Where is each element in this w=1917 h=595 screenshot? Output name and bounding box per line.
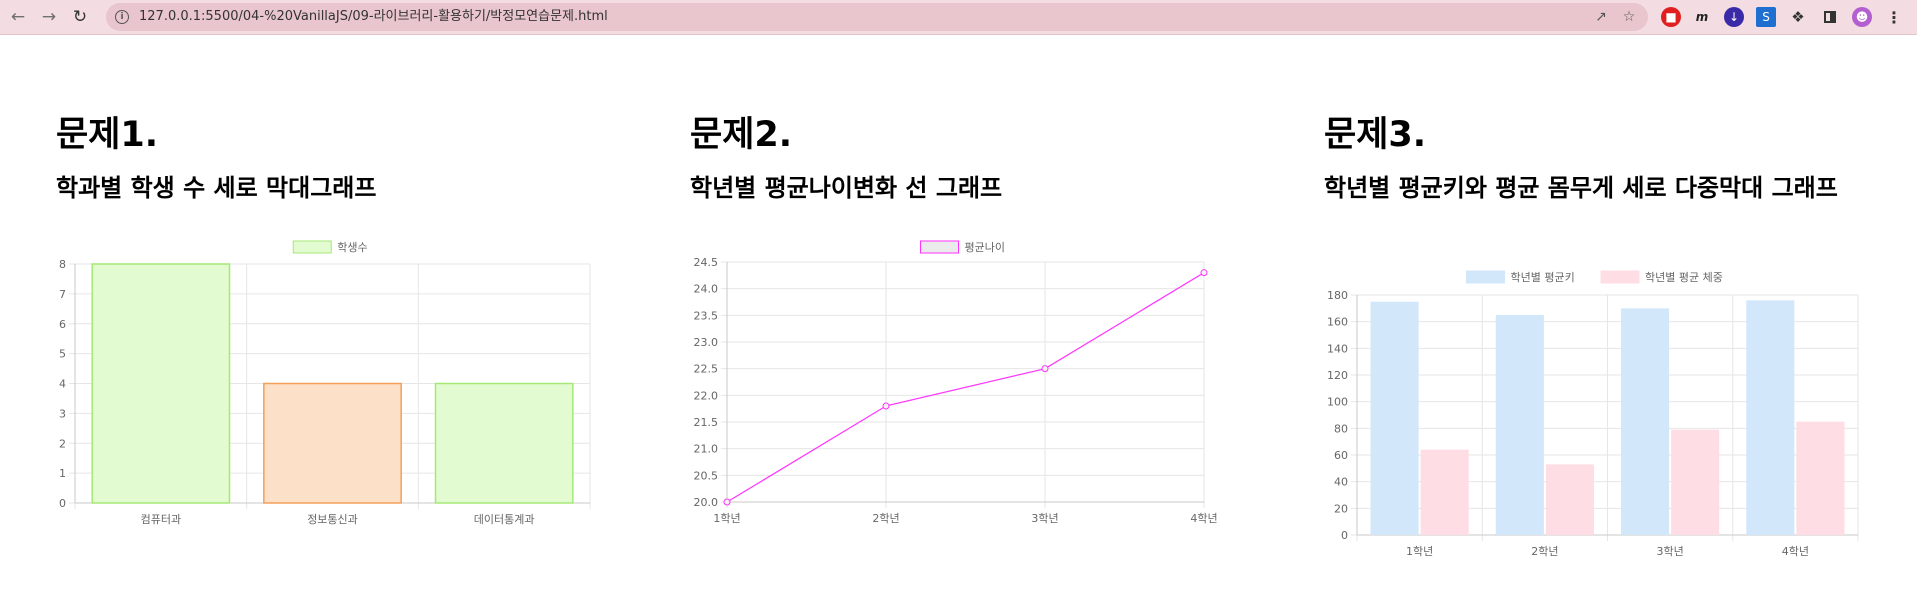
- data-point: [882, 402, 890, 410]
- y-tick-label: 24.0: [694, 283, 719, 296]
- data-point: [1200, 269, 1208, 277]
- y-tick-label: 20.0: [694, 496, 719, 509]
- download-extension-icon[interactable]: ↓: [1724, 7, 1744, 27]
- browser-toolbar: ← → ↻ i 127.0.0.1:5500/04-%20VanillaJS/0…: [0, 0, 1917, 35]
- sidebar-icon[interactable]: [1820, 7, 1840, 27]
- bar-chart-students-by-department: 학생수 0 1 2 3 4 5 6 7 8 컴퓨터과 정보통신과 데이터통계과: [59, 240, 591, 526]
- problem-title: 문제2.: [690, 115, 793, 155]
- y-tick-label: 5: [59, 348, 66, 361]
- y-tick-label: 6: [59, 318, 66, 331]
- kebab-menu-icon[interactable]: ⋮: [1884, 7, 1904, 27]
- y-tick-label: 20.5: [694, 469, 719, 482]
- legend-swatch: [920, 240, 959, 254]
- y-tick-label: 8: [59, 258, 66, 271]
- y-tick-label: 22.0: [694, 389, 719, 402]
- bar: [1545, 464, 1594, 535]
- y-tick-label: 0: [1341, 529, 1348, 542]
- bookmark-star-icon[interactable]: ☆: [1618, 6, 1640, 28]
- x-tick-label: 4학년: [1190, 512, 1217, 525]
- bar: [1370, 301, 1419, 535]
- problem-subtitle: 학년별 평균키와 평균 몸무게 세로 다중막대 그래프: [1324, 174, 1838, 202]
- section-problem-1: 문제1. 학과별 학생 수 세로 막대그래프: [56, 110, 616, 204]
- translate-extension-icon[interactable]: S: [1756, 7, 1776, 27]
- legend-swatch: [292, 240, 332, 254]
- back-arrow-icon[interactable]: ←: [5, 4, 31, 30]
- site-info-icon[interactable]: i: [115, 10, 129, 24]
- y-tick-label: 21.0: [694, 443, 719, 456]
- bar: [1796, 421, 1845, 535]
- y-tick-label: 23.5: [694, 309, 719, 322]
- puzzle-icon[interactable]: ❖: [1788, 7, 1808, 27]
- legend-swatch: [1466, 270, 1505, 284]
- x-tick-label: 정보통신과: [307, 513, 358, 526]
- legend-swatch: [1600, 270, 1640, 284]
- x-tick-label: 2학년: [872, 512, 899, 525]
- bar: [263, 382, 402, 504]
- bar: [1420, 449, 1469, 535]
- y-tick-label: 160: [1327, 316, 1348, 329]
- y-tick-label: 180: [1327, 289, 1348, 302]
- profile-avatar[interactable]: ☻: [1852, 7, 1872, 27]
- y-tick-label: 7: [59, 288, 66, 301]
- m-extension-icon[interactable]: m: [1692, 7, 1712, 27]
- x-tick-label: 4학년: [1782, 545, 1809, 558]
- x-tick-label: 1학년: [713, 512, 740, 525]
- x-tick-label: 1학년: [1406, 545, 1433, 558]
- grouped-bar-chart-height-weight: 학년별 평균키 학년별 평균 체중 0 20 40 60 80 100 120 140 160 180…: [1327, 270, 1859, 558]
- line-chart-average-age: 평균나이 20.0 20.5 21.0 21.5 22.0 22.5 23.0 23.5 24.0…: [694, 240, 1218, 525]
- y-tick-label: 100: [1327, 396, 1348, 409]
- y-tick-label: 120: [1327, 369, 1348, 382]
- url-text[interactable]: 127.0.0.1:5500/04-%20VanillaJS/09-라이브러리-…: [139, 3, 608, 31]
- adblock-extension-icon[interactable]: ■: [1661, 7, 1681, 27]
- y-tick-label: 20: [1334, 502, 1348, 515]
- y-tick-label: 22.5: [694, 363, 719, 376]
- y-tick-label: 0: [59, 497, 66, 510]
- x-tick-label: 3학년: [1657, 545, 1684, 558]
- x-tick-label: 3학년: [1031, 512, 1058, 525]
- y-tick-label: 1: [59, 467, 66, 480]
- data-point: [723, 498, 731, 506]
- problem-title: 문제3.: [1324, 115, 1427, 155]
- y-tick-label: 40: [1334, 476, 1348, 489]
- share-icon[interactable]: ↗: [1590, 6, 1612, 28]
- y-tick-label: 23.0: [694, 336, 719, 349]
- y-tick-label: 80: [1334, 422, 1348, 435]
- problem-title: 문제1.: [56, 115, 159, 155]
- section-problem-2: 문제2. 학년별 평균나이변화 선 그래프: [690, 110, 1250, 204]
- problem-subtitle: 학년별 평균나이변화 선 그래프: [690, 174, 1003, 202]
- bar: [434, 382, 574, 504]
- legend-label: 평균나이: [965, 241, 1005, 254]
- series-line: [726, 272, 1205, 503]
- legend-label: 학년별 평균키: [1511, 271, 1575, 284]
- x-tick-label: 데이터통계과: [474, 513, 535, 526]
- x-tick-label: 2학년: [1531, 545, 1558, 558]
- legend-label: 학생수: [337, 241, 367, 254]
- address-bar[interactable]: i 127.0.0.1:5500/04-%20VanillaJS/09-라이브러…: [106, 3, 1648, 31]
- legend-label: 학년별 평균 체중: [1645, 271, 1723, 284]
- bar: [1495, 315, 1544, 535]
- y-tick-label: 4: [59, 378, 66, 391]
- bar: [91, 263, 231, 504]
- reload-icon[interactable]: ↻: [67, 4, 93, 30]
- y-tick-label: 3: [59, 407, 66, 420]
- y-tick-label: 140: [1327, 342, 1348, 355]
- y-tick-label: 24.5: [694, 256, 719, 269]
- x-tick-label: 컴퓨터과: [141, 513, 181, 526]
- bar: [1746, 300, 1795, 535]
- bar: [1671, 429, 1720, 535]
- y-tick-label: 60: [1334, 449, 1348, 462]
- section-problem-3: 문제3. 학년별 평균키와 평균 몸무게 세로 다중막대 그래프: [1324, 110, 1864, 204]
- problem-subtitle: 학과별 학생 수 세로 막대그래프: [56, 174, 377, 202]
- bar: [1621, 308, 1670, 535]
- y-tick-label: 21.5: [694, 416, 719, 429]
- data-point: [1041, 365, 1049, 373]
- y-tick-label: 2: [59, 437, 66, 450]
- forward-arrow-icon[interactable]: →: [36, 4, 62, 30]
